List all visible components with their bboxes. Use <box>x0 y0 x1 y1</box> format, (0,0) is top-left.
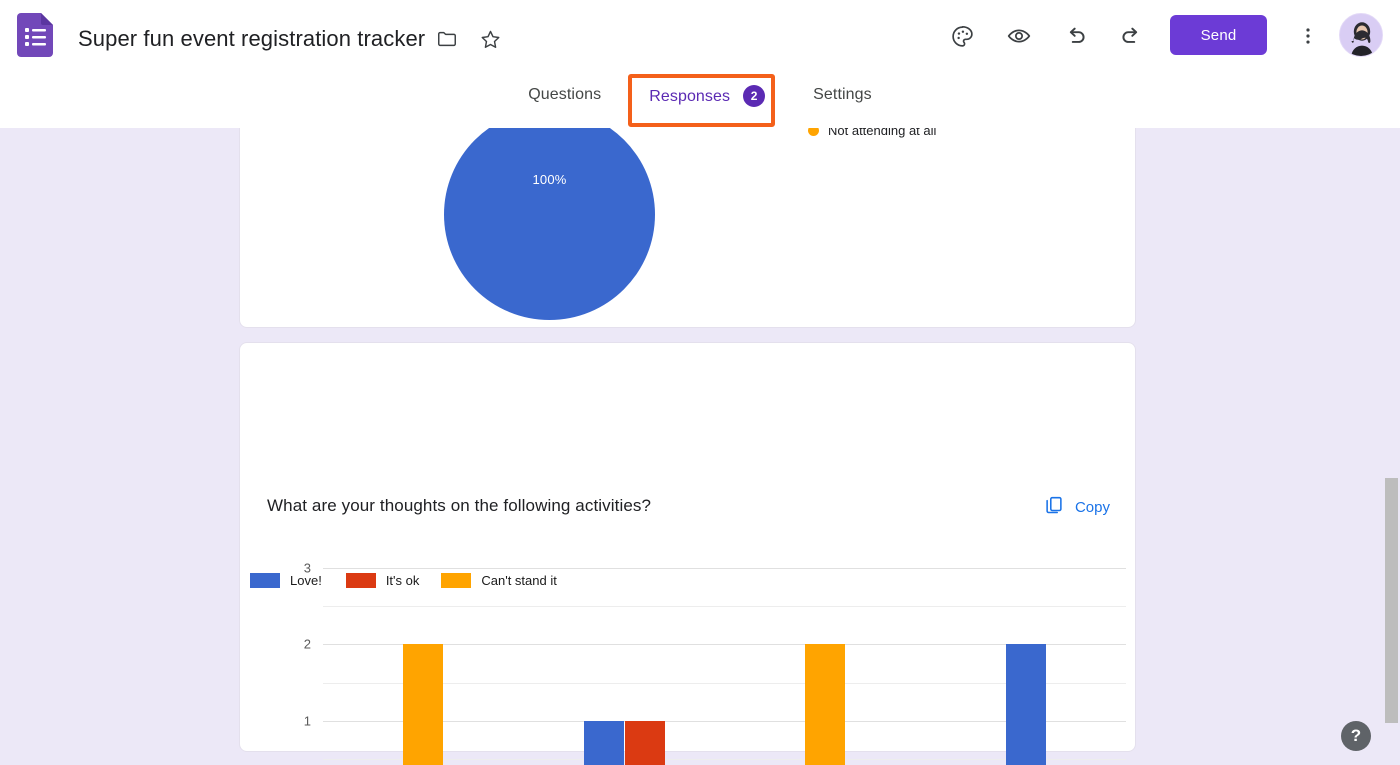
copy-label: Copy <box>1074 498 1110 516</box>
pie-legend-label: Not attending at all <box>828 128 937 138</box>
bar[interactable] <box>1005 644 1046 765</box>
bar[interactable] <box>624 720 665 765</box>
redo-icon[interactable] <box>1115 20 1147 52</box>
pie-chart-card: 100% Not attending at all <box>239 128 1136 328</box>
responses-content: 100% Not attending at all What are your … <box>0 128 1400 765</box>
legend-swatch-icon <box>250 573 280 588</box>
gridline <box>323 568 1126 569</box>
activities-bar-chart: 0123KaraokeMini puttingEscape roomPub tr… <box>240 555 1137 765</box>
bar-chart-plot: 0123KaraokeMini puttingEscape roomPub tr… <box>304 561 1126 765</box>
vertical-scrollbar[interactable] <box>1383 128 1400 765</box>
star-icon[interactable] <box>477 26 503 52</box>
tab-responses-label: Responses <box>649 88 731 106</box>
legend-swatch-icon <box>345 573 376 588</box>
pie-slice-not-attending[interactable] <box>444 128 655 320</box>
pie-legend-item: Not attending at all <box>808 128 936 138</box>
y-axis-tick-label: 1 <box>303 713 311 729</box>
tab-responses[interactable]: Responses 2 <box>625 82 789 112</box>
gridline <box>323 606 1126 608</box>
y-axis-tick-label: 2 <box>303 636 311 652</box>
eye-icon[interactable] <box>1003 20 1035 52</box>
bar[interactable] <box>403 644 444 765</box>
undo-icon[interactable] <box>1060 20 1092 52</box>
document-title[interactable]: Super fun event registration tracker <box>78 26 425 52</box>
bar-chart-legend: Love! It's ok Can't stand it <box>250 573 557 588</box>
legend-item[interactable]: Can't stand it <box>441 573 557 588</box>
bar[interactable] <box>804 644 845 765</box>
send-button[interactable]: Send <box>1170 15 1267 55</box>
legend-label: Can't stand it <box>481 573 557 588</box>
copy-button[interactable]: Copy <box>1043 494 1110 520</box>
pie-slice-label: 100% <box>532 172 567 187</box>
tab-settings[interactable]: Settings <box>789 82 896 108</box>
legend-dot-icon <box>808 128 819 136</box>
help-icon[interactable]: ? <box>1341 721 1371 751</box>
legend-item[interactable]: It's ok <box>345 573 420 588</box>
more-vert-icon[interactable] <box>1292 20 1324 52</box>
bar[interactable] <box>583 720 624 765</box>
avatar[interactable] <box>1339 13 1383 57</box>
question-title: What are your thoughts on the following … <box>267 496 652 515</box>
forms-responses-page: Super fun event registration tracker Sen… <box>0 0 1400 765</box>
pie-chart: 100% Not attending at all <box>240 128 1135 327</box>
legend-swatch-icon <box>441 573 472 588</box>
forms-logo-icon[interactable] <box>17 13 53 57</box>
tab-settings-label: Settings <box>813 86 872 103</box>
tab-questions[interactable]: Questions <box>504 82 625 108</box>
folder-icon[interactable] <box>434 26 460 52</box>
responses-count-badge: 2 <box>743 85 766 107</box>
main-tabs: Questions Responses 2 Settings <box>0 82 1400 128</box>
tab-questions-label: Questions <box>528 86 602 103</box>
legend-item[interactable]: Love! <box>250 573 322 588</box>
header-top-row: Super fun event registration tracker Sen… <box>0 0 1400 70</box>
legend-label: It's ok <box>385 573 420 588</box>
app-header: Super fun event registration tracker Sen… <box>0 0 1400 128</box>
copy-icon <box>1043 494 1065 520</box>
scrollbar-thumb[interactable] <box>1385 478 1398 723</box>
bar-chart-card: What are your thoughts on the following … <box>239 342 1136 765</box>
legend-label: Love! <box>290 573 322 588</box>
palette-icon[interactable] <box>946 20 978 52</box>
